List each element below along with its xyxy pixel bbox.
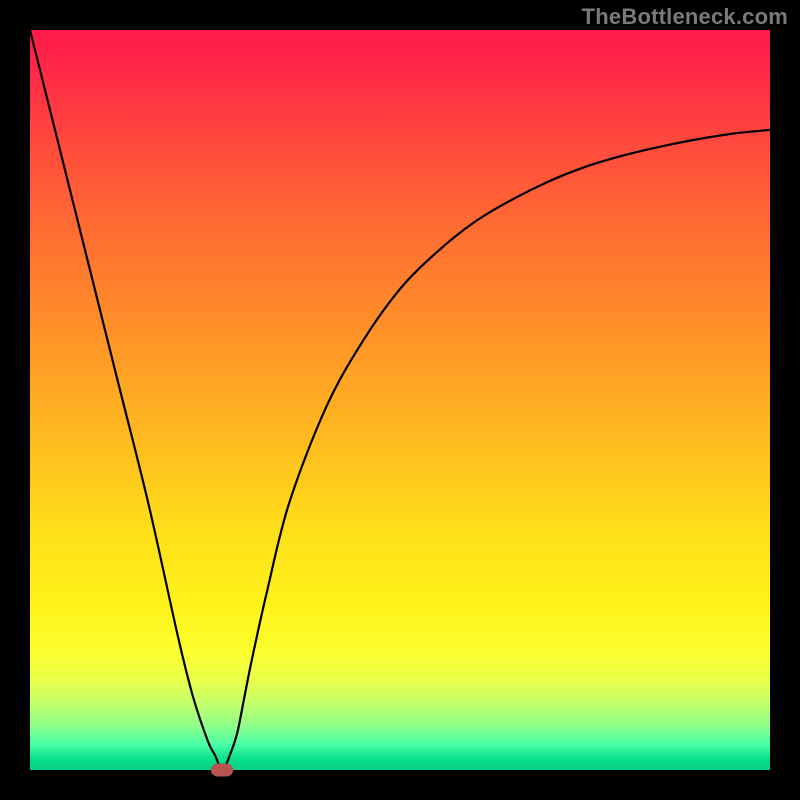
chart-frame: TheBottleneck.com <box>0 0 800 800</box>
watermark-text: TheBottleneck.com <box>582 4 788 30</box>
plot-area <box>30 30 770 770</box>
curve-svg <box>30 30 770 770</box>
bottleneck-curve <box>30 30 770 770</box>
minimum-marker <box>211 764 233 777</box>
